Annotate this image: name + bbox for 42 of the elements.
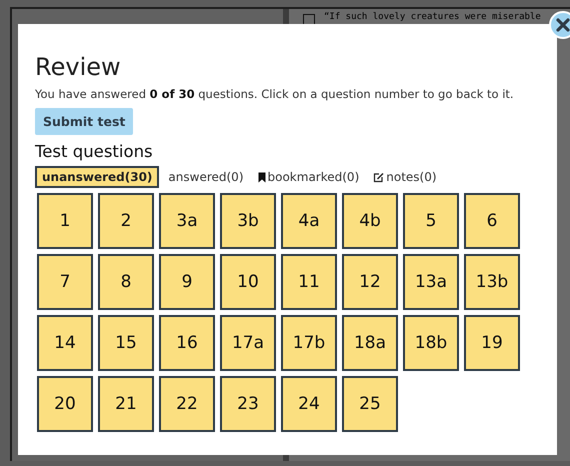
summary-text: You have answered 0 of 30 questions. Click on a question number to go back to it. <box>35 86 515 102</box>
question-button[interactable]: 17b <box>281 315 337 371</box>
filter-tab[interactable]: notes(0) <box>368 166 442 188</box>
question-button[interactable]: 17a <box>220 315 276 371</box>
question-button[interactable]: 6 <box>464 193 520 249</box>
question-button[interactable]: 22 <box>159 376 215 432</box>
question-button[interactable]: 13a <box>403 254 459 310</box>
close-icon[interactable] <box>549 11 570 39</box>
edit-icon <box>373 172 384 182</box>
question-button[interactable]: 12 <box>342 254 398 310</box>
question-button[interactable]: 4a <box>281 193 337 249</box>
question-button[interactable]: 18b <box>403 315 459 371</box>
question-button[interactable]: 4b <box>342 193 398 249</box>
question-button[interactable]: 13b <box>464 254 520 310</box>
filter-tab[interactable]: answered(0) <box>163 166 248 188</box>
bookmark-icon <box>258 172 266 182</box>
question-button[interactable]: 1 <box>37 193 93 249</box>
question-button[interactable]: 5 <box>403 193 459 249</box>
question-button[interactable]: 25 <box>342 376 398 432</box>
question-button[interactable]: 20 <box>37 376 93 432</box>
question-button[interactable]: 10 <box>220 254 276 310</box>
question-button[interactable]: 23 <box>220 376 276 432</box>
section-title: Test questions <box>35 141 154 163</box>
question-button[interactable]: 9 <box>159 254 215 310</box>
dialog-title: Review <box>35 52 122 82</box>
filter-tab[interactable]: unanswered(30) <box>35 166 160 188</box>
question-button[interactable]: 8 <box>98 254 154 310</box>
passage-text: “If such lovely creatures were miserable <box>324 11 541 23</box>
question-button[interactable]: 2 <box>98 193 154 249</box>
question-button[interactable]: 19 <box>464 315 520 371</box>
filter-tab[interactable]: bookmarked(0) <box>252 166 364 188</box>
question-button[interactable]: 18a <box>342 315 398 371</box>
question-button[interactable]: 3b <box>220 193 276 249</box>
question-button[interactable]: 21 <box>98 376 154 432</box>
question-button[interactable]: 16 <box>159 315 215 371</box>
question-button[interactable]: 11 <box>281 254 337 310</box>
question-button[interactable]: 15 <box>98 315 154 371</box>
question-button[interactable]: 7 <box>37 254 93 310</box>
question-button[interactable]: 14 <box>37 315 93 371</box>
question-button[interactable]: 24 <box>281 376 337 432</box>
submit-button[interactable]: Submit test <box>35 108 134 135</box>
question-button[interactable]: 3a <box>159 193 215 249</box>
